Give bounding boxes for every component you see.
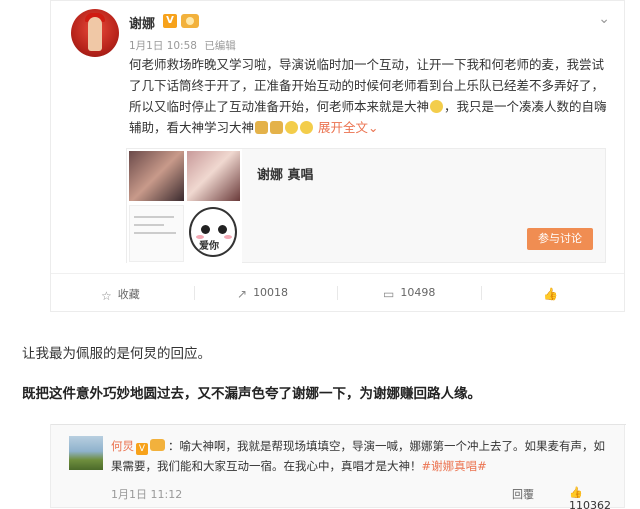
comment-body: 何炅 V ：喻大神啊，我就是帮现场填填空，导演一喊，娜娜第一个冲上去了。如果麦有声，… — [111, 436, 611, 476]
divider — [194, 286, 195, 300]
repost-icon: ↗ — [237, 287, 248, 301]
comment-icon: ▭ — [383, 287, 395, 301]
weibo-post-card: 谢娜 V ⌄ 1月1日 10:58 已编辑 何老师救场昨晚又学习啦，导演说临时加… — [50, 0, 625, 312]
thumbnail-photo-2 — [187, 151, 240, 201]
thumbnail-text-image — [129, 205, 184, 262]
comment-username[interactable]: 何炅 — [111, 439, 134, 453]
post-source: 已编辑 — [204, 40, 236, 52]
comment-text: ：喻大神啊，我就是帮现场填填空，导演一喊，娜娜第一个冲上去了。如果麦有声，如果需… — [111, 439, 605, 473]
victory-hand-emoji-icon — [285, 121, 299, 134]
topic-title[interactable]: 谢娜 真唱 — [257, 164, 314, 183]
repost-count: 10018 — [253, 286, 289, 299]
vip-level-icon — [181, 14, 199, 28]
crown-emoji-icon — [270, 121, 284, 134]
victory-hand-emoji-icon — [300, 121, 314, 134]
comment-time: 1月1日 11:12 — [111, 488, 183, 501]
expand-arrow-icon: ⌄ — [368, 120, 379, 135]
thumbs-up-icon: 👍 — [543, 287, 558, 301]
comment-avatar[interactable] — [69, 436, 103, 470]
chevron-down-icon[interactable]: ⌄ — [598, 11, 610, 27]
join-discussion-button[interactable]: 参与讨论 — [527, 228, 593, 250]
like-button[interactable]: 👍 — [543, 286, 564, 301]
trophy-emoji-icon — [430, 100, 444, 113]
star-icon: ☆ — [101, 289, 112, 303]
avatar-figure — [88, 17, 102, 51]
vip-level-icon — [150, 439, 165, 451]
crown-emoji-icon — [255, 121, 269, 134]
sticker-text: 爱你 — [199, 241, 219, 252]
avatar[interactable] — [71, 9, 119, 57]
comment-button[interactable]: ▭ 10498 — [383, 286, 435, 301]
article-paragraph-bold: 既把这件意外巧妙地圆过去，又不漏声色夸了谢娜一下，为谢娜赚回路人缘。 — [22, 386, 481, 402]
favorite-label: 收藏 — [117, 288, 140, 301]
comment-like-button[interactable]: 👍110362 — [569, 486, 624, 509]
divider — [51, 424, 626, 425]
repost-button[interactable]: ↗ 10018 — [237, 286, 288, 301]
verified-badge-icon: V — [163, 14, 177, 28]
comment-like-count: 110362 — [569, 499, 611, 509]
post-username[interactable]: 谢娜 — [129, 13, 155, 32]
action-bar: ☆ 收藏 ↗ 10018 ▭ 10498 👍 — [51, 273, 624, 311]
comment-hashtag-link[interactable]: #谢娜真唱# — [422, 459, 487, 473]
expand-label: 展开全文 — [318, 120, 369, 135]
divider — [337, 286, 338, 300]
post-meta: 1月1日 10:58 已编辑 — [129, 38, 240, 53]
divider — [481, 286, 482, 300]
post-body: 何老师救场昨晚又学习啦，导演说临时加一个互动，让开一下我和何老师的麦，我尝试了几… — [129, 54, 607, 138]
verified-badge-icon: V — [136, 443, 148, 455]
article-paragraph: 让我最为佩服的是何炅的回应。 — [22, 346, 211, 362]
page: 谢娜 V ⌄ 1月1日 10:58 已编辑 何老师救场昨晚又学习啦，导演说临时加… — [0, 0, 640, 509]
thumbnail-photo-1 — [129, 151, 184, 201]
expand-full-text-link[interactable]: 展开全文⌄ — [318, 120, 379, 135]
topic-thumbnail: 爱你 — [127, 149, 242, 264]
comment-count: 10498 — [400, 286, 436, 299]
reply-button[interactable]: 回覆 — [512, 486, 534, 502]
favorite-button[interactable]: ☆ 收藏 — [101, 286, 140, 303]
comment-card: 何炅 V ：喻大神啊，我就是帮现场填填空，导演一喊，娜娜第一个冲上去了。如果麦有声，… — [50, 424, 626, 509]
post-date[interactable]: 1月1日 10:58 — [129, 40, 197, 52]
topic-link-card[interactable]: 爱你 谢娜 真唱 参与讨论 — [126, 148, 606, 264]
thumbs-up-icon: 👍 — [569, 486, 583, 499]
